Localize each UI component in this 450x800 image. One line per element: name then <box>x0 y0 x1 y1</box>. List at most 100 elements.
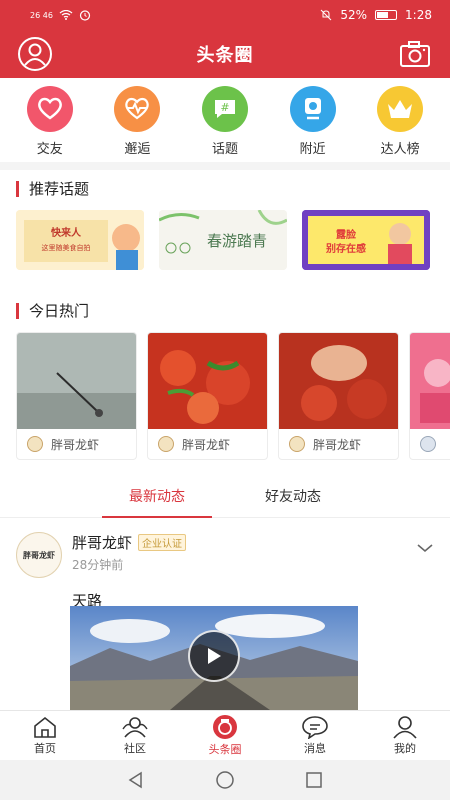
hot-card-author: 胖哥龙虾 <box>313 437 362 452</box>
avatar <box>27 436 43 452</box>
battery-icon <box>375 10 398 20</box>
svg-text:快来人: 快来人 <box>50 226 82 239</box>
nav-label: 头条圈 <box>208 743 242 756</box>
feature-label: 达人榜 <box>380 142 420 157</box>
page-title: 头条圈 <box>196 45 254 66</box>
svg-text:这里随美食自拍: 这里随美食自拍 <box>42 243 91 252</box>
topic-card[interactable]: 春游踏青 <box>159 210 287 270</box>
section-title-text: 推荐话题 <box>29 180 90 198</box>
feature-encounter[interactable]: 邂逅 <box>101 86 173 158</box>
nav-label: 消息 <box>304 742 326 755</box>
alarm-icon <box>79 10 91 21</box>
topic-card[interactable]: 快来人 这里随美食自拍 <box>16 210 144 270</box>
hot-card[interactable]: 胖哥龙虾 <box>147 332 268 460</box>
feature-nearby[interactable]: 附近 <box>277 86 349 158</box>
status-bar: 26 46 52% 1:28 <box>0 0 450 30</box>
avatar <box>420 436 436 452</box>
avatar-text: 胖哥龙虾 <box>23 550 55 560</box>
svg-text:#: # <box>220 101 229 114</box>
headline-circle-icon <box>213 715 237 739</box>
feed-tabs: 最新动态 好友动态 <box>0 478 450 518</box>
profile-button[interactable] <box>17 36 53 72</box>
nav-profile[interactable]: 我的 <box>360 711 450 760</box>
signal-text: 26 46 <box>30 10 53 20</box>
divider <box>0 162 450 170</box>
topic-banner-image: 露脸 别存在感 <box>302 210 430 270</box>
tab-latest[interactable]: 最新动态 <box>102 478 212 518</box>
battery-text: 52% <box>340 8 368 22</box>
topic-banner-image: 快来人 这里随美食自拍 <box>16 210 144 270</box>
nav-messages[interactable]: 消息 <box>270 711 360 760</box>
feature-grid: 交友 邂逅 # 话题 附近 达人榜 <box>0 86 450 158</box>
post-video[interactable] <box>70 606 358 710</box>
title-accent-bar <box>16 180 19 197</box>
tab-spacer <box>212 478 238 517</box>
svg-text:露脸: 露脸 <box>336 228 357 241</box>
nav-community[interactable]: 社区 <box>90 711 180 760</box>
camera-button[interactable] <box>397 36 433 72</box>
hot-card-image <box>410 333 450 429</box>
svg-text:别存在感: 别存在感 <box>325 242 366 255</box>
home-circle-icon[interactable] <box>215 770 235 790</box>
hot-section-title: 今日热门 <box>16 300 89 321</box>
camera-icon <box>400 41 430 67</box>
crown-icon <box>377 86 424 132</box>
feature-label: 邂逅 <box>124 142 151 157</box>
nav-headline[interactable]: 头条圈 <box>180 711 270 760</box>
app-header: 头条圈 <box>0 30 450 78</box>
message-icon <box>302 716 328 739</box>
heart-icon <box>26 86 73 132</box>
avatar <box>289 436 305 452</box>
chevron-down-icon[interactable] <box>416 542 434 554</box>
profile-icon <box>393 716 417 739</box>
post-author[interactable]: 胖哥龙虾 <box>72 532 132 553</box>
nav-label: 社区 <box>124 742 146 755</box>
topic-carousel: 快来人 这里随美食自拍 春游踏青 露脸 别存在感 <box>16 210 430 270</box>
feed-post: 胖哥龙虾 胖哥龙虾 企业认证 28分钟前 天路 <box>0 526 450 710</box>
hot-card[interactable]: 胖哥龙虾 <box>278 332 399 460</box>
tab-friends[interactable]: 好友动态 <box>238 478 348 517</box>
verified-badge: 企业认证 <box>138 534 187 551</box>
heartbeat-icon <box>114 86 161 132</box>
location-icon <box>289 86 336 132</box>
topic-card[interactable]: 露脸 别存在感 <box>302 210 430 270</box>
back-icon[interactable] <box>127 771 145 789</box>
nav-home[interactable]: 首页 <box>0 711 90 760</box>
hot-card-author: 胖哥龙虾 <box>51 437 100 452</box>
hot-card[interactable]: 胖哥龙虾 <box>16 332 137 460</box>
top-bar: 26 46 52% 1:28 头条圈 <box>0 0 450 78</box>
hot-card-author: 胖哥龙虾 <box>182 437 231 452</box>
feature-label: 交友 <box>36 142 63 157</box>
feature-leaderboard[interactable]: 达人榜 <box>364 86 436 158</box>
hashtag-icon: # <box>201 86 248 132</box>
system-nav-bar <box>0 760 450 800</box>
clock: 1:28 <box>405 8 432 22</box>
hot-card-image <box>148 333 267 429</box>
nav-label: 我的 <box>394 742 416 755</box>
community-icon <box>122 717 148 738</box>
post-time: 28分钟前 <box>72 558 124 572</box>
feature-label: 附近 <box>299 142 326 157</box>
topic-banner-image: 春游踏青 <box>159 210 287 270</box>
feature-topics[interactable]: # 话题 <box>189 86 261 158</box>
avatar <box>158 436 174 452</box>
feature-label: 话题 <box>211 142 238 157</box>
avatar[interactable]: 胖哥龙虾 <box>16 532 62 578</box>
recents-icon[interactable] <box>305 771 323 789</box>
hot-card-image <box>17 333 136 429</box>
wifi-icon <box>59 10 73 20</box>
recommended-section-title: 推荐话题 <box>16 178 89 199</box>
play-icon[interactable] <box>188 630 240 682</box>
user-circle-icon <box>18 37 52 71</box>
mute-icon <box>321 9 332 21</box>
feature-friends[interactable]: 交友 <box>14 86 86 158</box>
section-title-text: 今日热门 <box>29 302 90 320</box>
hot-carousel: 胖哥龙虾 胖哥龙虾 胖哥龙虾 <box>16 332 450 460</box>
bottom-nav: 首页 社区 头条圈 消息 我的 <box>0 710 450 760</box>
hot-card[interactable] <box>409 332 450 460</box>
svg-text:春游踏青: 春游踏青 <box>207 232 267 250</box>
hot-card-image <box>279 333 398 429</box>
home-icon <box>34 716 56 738</box>
title-accent-bar <box>16 302 19 319</box>
nav-label: 首页 <box>34 742 56 755</box>
